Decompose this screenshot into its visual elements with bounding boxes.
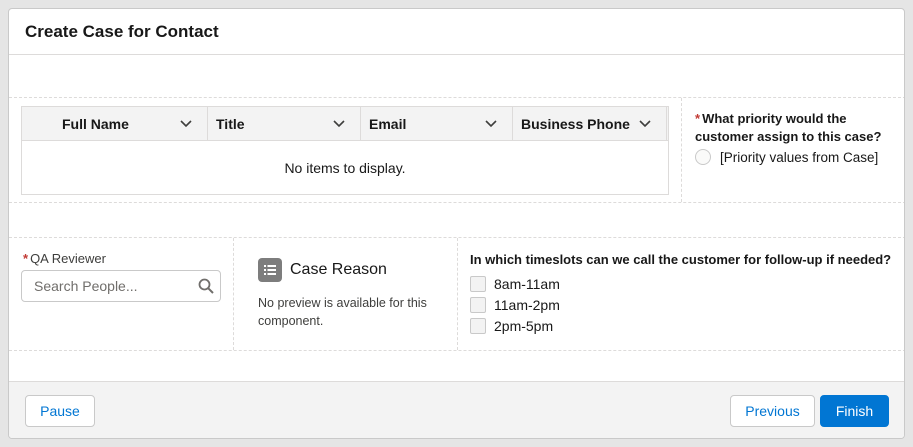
contacts-section: Full Name Title Email Business Phone No … [9,97,904,203]
search-people-box[interactable] [21,270,221,302]
column-header-title[interactable]: Title [208,107,361,141]
qa-reviewer-column: * QA Reviewer [9,238,234,350]
modal-footer: Pause Previous Finish [9,381,904,438]
case-reason-header: Case Reason [258,258,387,282]
case-reason-title: Case Reason [290,261,387,278]
search-icon [198,278,214,294]
finish-button[interactable]: Finish [820,395,889,427]
chevron-down-icon[interactable] [484,116,498,130]
create-case-modal: Create Case for Contact Full Name Title … [8,8,905,439]
chevron-down-icon[interactable] [179,116,193,130]
required-marker: * [23,251,29,266]
column-header-full-name[interactable]: Full Name [22,107,208,141]
column-header-email[interactable]: Email [361,107,513,141]
timeslot-label: 8am-11am [494,275,560,292]
chevron-down-icon[interactable] [332,116,346,130]
empty-message: No items to display. [284,159,406,176]
timeslot-option[interactable]: 8am-11am [470,273,560,294]
chevron-down-icon[interactable] [638,116,652,130]
priority-question: * What priority would the customer assign… [695,110,895,146]
column-header-business-phone[interactable]: Business Phone [513,107,667,141]
timeslots-column: In which timeslots can we call the custo… [458,238,904,350]
previous-button[interactable]: Previous [730,395,815,427]
timeslot-label: 11am-2pm [494,296,560,313]
details-section: *QA Reviewer Case Reason No preview is a… [9,237,904,351]
list-icon [258,258,282,282]
priority-option-label: [Priority values from Case] [720,149,879,165]
search-people-input[interactable] [34,271,194,301]
timeslot-option[interactable]: 11am-2pm [470,294,560,315]
case-reason-message: No preview is available for this compone… [258,296,427,328]
contacts-table: Full Name Title Email Business Phone No … [21,106,669,195]
timeslots-question: In which timeslots can we call the custo… [470,252,892,267]
timeslot-label: 2pm-5pm [494,317,554,334]
modal-header: Create Case for Contact [9,9,904,55]
column-label: Business Phone [521,116,630,132]
timeslot-option[interactable]: 2pm-5pm [470,315,560,336]
column-label: Email [369,116,407,132]
checkbox[interactable] [470,296,486,313]
table-header: Full Name Title Email Business Phone [22,107,668,141]
checkbox[interactable] [470,317,486,334]
table-empty-state: No items to display. [22,141,668,194]
page-title: Create Case for Contact [25,22,219,41]
radio-button[interactable] [695,149,711,165]
required-marker: * [695,111,701,126]
contacts-table-column: Full Name Title Email Business Phone No … [9,98,682,202]
priority-field: * What priority would the customer assign… [695,110,895,165]
qa-reviewer-label: * QA Reviewer [23,251,106,266]
column-label: Full Name [62,116,129,132]
case-reason-column: Case Reason No preview is available for … [234,238,458,350]
priority-option[interactable]: [Priority values from Case] [695,149,895,165]
column-label: Title [216,116,245,132]
checkbox[interactable] [470,275,486,292]
pause-button[interactable]: Pause [25,395,95,427]
timeslot-checkbox-group: 8am-11am 11am-2pm 2pm-5pm [470,273,560,336]
qa-reviewer-label-text: QA Reviewer [30,251,106,266]
priority-question-text: What priority would the customer assign … [695,111,882,144]
